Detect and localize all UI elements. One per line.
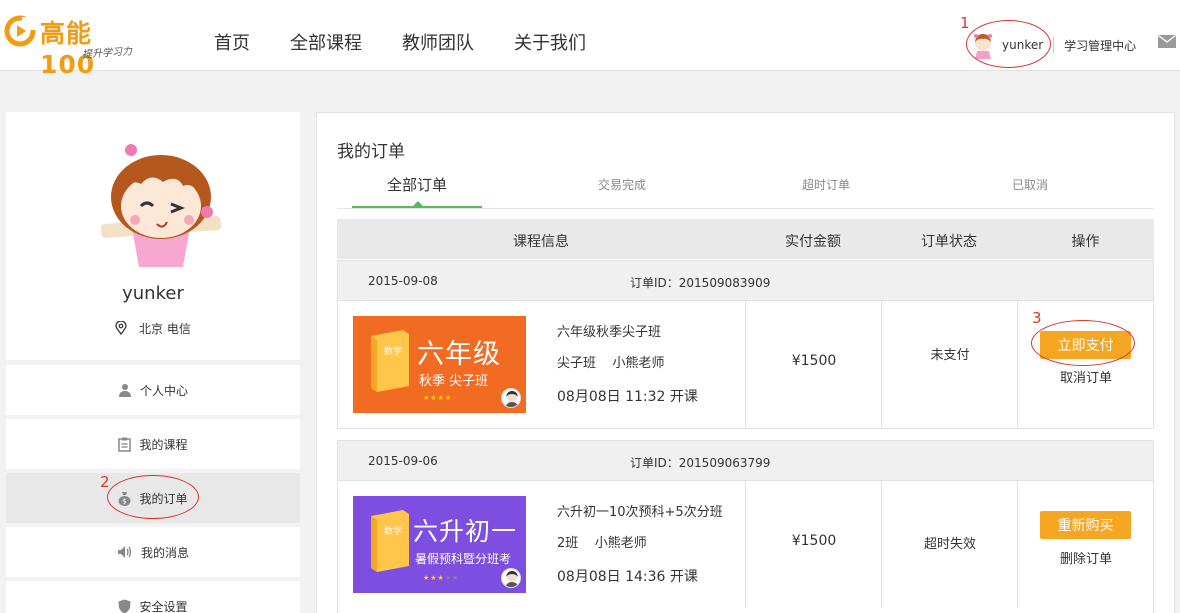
course-name[interactable]: 六年级秋季尖子班 <box>557 321 661 340</box>
svg-text:数学: 数学 <box>384 525 402 537</box>
orders-table-header: 课程信息 实付金额 订单状态 操作 <box>337 219 1154 259</box>
sidebar-item-profile[interactable]: 个人中心 <box>6 365 300 415</box>
nav-all-courses[interactable]: 全部课程 <box>290 29 362 55</box>
speaker-icon <box>117 545 133 559</box>
book-icon: 数学 <box>371 510 409 572</box>
clipboard-icon <box>118 437 132 452</box>
column-divider <box>1017 481 1018 608</box>
profile-location: 北京 电信 <box>6 320 300 337</box>
user-card-icon <box>118 383 132 397</box>
annotation-number-3: 3 <box>1032 309 1042 327</box>
column-actions: 操作 <box>1071 234 1100 250</box>
logo-mark-icon <box>4 15 36 47</box>
course-thumbnail[interactable]: 数学 六年级 秋季 尖子班 ★★★★ <box>353 316 526 413</box>
sidebar-item-security[interactable]: 安全设置 <box>6 581 300 613</box>
tab-cancelled[interactable]: 已取消 <box>980 176 1080 193</box>
course-class-teacher: 2班 小熊老师 <box>557 536 647 551</box>
course-start-time: 08月08日 14:36 开课 <box>557 569 698 585</box>
sidebar-item-courses[interactable]: 我的课程 <box>6 419 300 469</box>
tab-completed[interactable]: 交易完成 <box>572 176 672 193</box>
header-divider <box>1053 37 1055 53</box>
column-status: 订单状态 <box>921 234 977 250</box>
column-amount: 实付金额 <box>785 234 841 250</box>
tab-all-orders[interactable]: 全部订单 <box>352 174 482 195</box>
annotation-number-1: 1 <box>960 14 970 32</box>
column-divider <box>1017 301 1018 428</box>
annotation-oval-3 <box>1031 320 1135 366</box>
nav-about[interactable]: 关于我们 <box>514 29 586 55</box>
sidebar-item-label: 个人中心 <box>139 383 188 398</box>
thumbnail-subtitle: 暑假预科暨分班考 <box>415 552 512 566</box>
annotation-number-2: 2 <box>100 473 110 491</box>
profile-card: yunker 北京 电信 <box>6 112 300 360</box>
rating-stars: ★★★★ <box>423 394 453 402</box>
teacher-avatar <box>501 568 521 588</box>
order-tabs: 全部订单 交易完成 超时订单 已取消 <box>337 171 1154 209</box>
profile-name: yunker <box>122 283 184 304</box>
column-course-info: 课程信息 <box>513 234 569 250</box>
nav-home[interactable]: 首页 <box>214 29 250 55</box>
rating-stars: ★★★★★ <box>423 574 460 582</box>
thumbnail-title: 六年级 <box>417 339 501 370</box>
delete-order-link[interactable]: 删除订单 <box>1018 548 1154 567</box>
tab-active-underline <box>352 206 482 208</box>
thumbnail-title: 六升初一 <box>413 517 518 546</box>
profile-avatar-icon <box>101 144 221 267</box>
course-thumbnail[interactable]: 数学 六升初一 暑假预科暨分班考 ★★★★★ <box>353 496 526 593</box>
site-logo[interactable]: 高能100 提升学习力 <box>4 12 144 79</box>
course-class-teacher: 尖子班 小熊老师 <box>557 356 665 371</box>
thumbnail-subtitle: 秋季 尖子班 <box>419 374 489 389</box>
shield-icon <box>118 599 131 613</box>
course-start-time: 08月08日 11:32 开课 <box>557 389 698 405</box>
order-id: 订单ID：201509083909 <box>630 276 771 290</box>
sidebar-item-label: 我的课程 <box>139 437 188 452</box>
annotation-oval-1 <box>966 20 1051 68</box>
annotation-oval-2 <box>107 475 199 519</box>
column-divider <box>881 301 882 428</box>
order-id: 订单ID：201509063799 <box>630 456 771 470</box>
location-pin-icon <box>115 320 127 336</box>
order-body: 数学 六年级 秋季 尖子班 ★★★★ 六年级秋季尖子班 尖子班 小熊老师 08月… <box>338 301 1153 428</box>
order-status: 未支付 <box>930 348 970 363</box>
cancel-order-link[interactable]: 取消订单 <box>1018 367 1154 386</box>
tab-expired[interactable]: 超时订单 <box>776 176 876 193</box>
order-date: 2015-09-06 <box>368 454 438 468</box>
sidebar-item-label: 安全设置 <box>139 599 188 613</box>
order-amount: ¥1500 <box>791 353 837 369</box>
rebuy-button[interactable]: 重新购买 <box>1040 511 1131 539</box>
mail-icon[interactable] <box>1158 35 1176 48</box>
teacher-avatar <box>501 388 521 408</box>
order-date: 2015-09-08 <box>368 274 438 288</box>
learning-center-link[interactable]: 学习管理中心 <box>1064 37 1136 54</box>
location-text: 北京 电信 <box>139 322 191 336</box>
orders-panel: 我的订单 全部订单 交易完成 超时订单 已取消 课程信息 实付金额 订单状态 操… <box>316 112 1175 613</box>
page-title: 我的订单 <box>337 142 405 162</box>
order-amount: ¥1500 <box>791 533 837 549</box>
book-icon: 数学 <box>371 330 409 392</box>
order-body: 数学 六升初一 暑假预科暨分班考 ★★★★★ 六升初一10次预科+5次分班 2班… <box>338 481 1153 608</box>
course-name[interactable]: 六升初一10次预科+5次分班 <box>557 501 723 520</box>
nav-teachers[interactable]: 教师团队 <box>402 29 474 55</box>
main-nav: 首页 全部课程 教师团队 关于我们 <box>214 29 586 55</box>
sidebar-item-messages[interactable]: 我的消息 <box>6 527 300 577</box>
sidebar-item-label: 我的消息 <box>140 545 189 560</box>
order-header: 2015-09-08 订单ID：201509083909 <box>338 261 1153 301</box>
order-card: 2015-09-06 订单ID：201509063799 数学 六升初一 暑假预… <box>337 440 1154 613</box>
order-status: 超时失效 <box>923 537 976 552</box>
order-header: 2015-09-06 订单ID：201509063799 <box>338 441 1153 481</box>
svg-text:数学: 数学 <box>384 345 402 357</box>
